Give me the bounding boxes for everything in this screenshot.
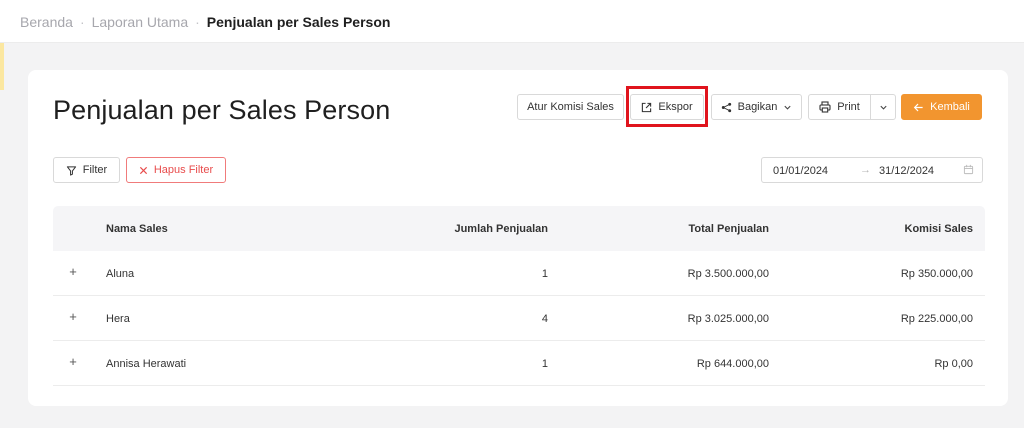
ekspor-label: Ekspor — [658, 101, 693, 113]
export-icon — [641, 102, 652, 113]
filter-label: Filter — [82, 164, 108, 176]
expand-row-icon[interactable]: + — [66, 265, 80, 279]
hapus-filter-button[interactable]: Hapus Filter — [126, 157, 226, 183]
bagikan-button[interactable]: Bagikan — [711, 94, 802, 120]
side-accent-strip — [0, 43, 4, 90]
report-card: Penjualan per Sales Person Atur Komisi S… — [28, 70, 1008, 406]
cell-jumlah-penjualan: 1 — [541, 358, 548, 370]
chevron-down-icon — [879, 103, 888, 112]
share-icon — [721, 102, 732, 113]
table-row: + Hera 4 Rp 3.025.000,00 Rp 225.000,00 — [53, 296, 985, 341]
column-header-jumlah-penjualan[interactable]: Jumlah Penjualan — [454, 223, 548, 235]
page-title: Penjualan per Sales Person — [53, 95, 391, 125]
column-header-total-penjualan[interactable]: Total Penjualan — [689, 223, 769, 235]
calendar-icon[interactable] — [963, 164, 974, 178]
table-row: + Aluna 1 Rp 3.500.000,00 Rp 350.000,00 — [53, 251, 985, 296]
cell-nama-sales: Aluna — [106, 268, 135, 280]
expand-row-icon[interactable]: + — [66, 310, 80, 324]
kembali-button[interactable]: Kembali — [901, 94, 982, 120]
date-range-picker[interactable]: 01/01/2024 → 31/12/2024 — [761, 157, 983, 183]
breadcrumb-current: Penjualan per Sales Person — [206, 14, 391, 30]
arrow-left-icon — [913, 102, 924, 113]
sales-table: Nama Sales Jumlah Penjualan Total Penjua… — [53, 206, 985, 386]
ekspor-button[interactable]: Ekspor — [630, 94, 704, 120]
cell-komisi-sales: Rp 350.000,00 — [900, 268, 973, 280]
bagikan-label: Bagikan — [737, 101, 778, 113]
filter-icon — [66, 165, 77, 176]
cell-komisi-sales: Rp 0,00 — [934, 358, 973, 370]
cell-total-penjualan: Rp 3.025.000,00 — [687, 313, 769, 325]
cell-jumlah-penjualan: 4 — [541, 313, 548, 325]
breadcrumb-separator: · — [79, 14, 85, 30]
table-row: + Annisa Herawati 1 Rp 644.000,00 Rp 0,0… — [53, 341, 985, 386]
column-header-komisi-sales[interactable]: Komisi Sales — [905, 223, 973, 235]
breadcrumb: Beranda · Laporan Utama · Penjualan per … — [20, 14, 390, 30]
date-end-input[interactable]: 31/12/2024 — [879, 165, 934, 177]
atur-komisi-sales-label: Atur Komisi Sales — [527, 101, 614, 113]
expand-row-icon[interactable]: + — [66, 355, 80, 369]
breadcrumb-home[interactable]: Beranda — [20, 14, 73, 30]
column-header-nama-sales[interactable]: Nama Sales — [106, 223, 168, 235]
date-start-input[interactable]: 01/01/2024 — [773, 165, 828, 177]
cell-komisi-sales: Rp 225.000,00 — [900, 313, 973, 325]
cell-jumlah-penjualan: 1 — [541, 268, 548, 280]
cell-total-penjualan: Rp 3.500.000,00 — [687, 268, 769, 280]
table-header: Nama Sales Jumlah Penjualan Total Penjua… — [53, 206, 985, 251]
cell-nama-sales: Hera — [106, 313, 130, 325]
print-label: Print — [837, 101, 860, 113]
breadcrumb-separator: · — [195, 14, 200, 30]
hapus-filter-label: Hapus Filter — [153, 164, 214, 176]
print-options-button[interactable] — [870, 94, 896, 120]
chevron-down-icon — [783, 103, 792, 112]
top-bar: Beranda · Laporan Utama · Penjualan per … — [0, 0, 1024, 43]
close-icon — [139, 166, 148, 175]
filter-button[interactable]: Filter — [53, 157, 120, 183]
cell-total-penjualan: Rp 644.000,00 — [696, 358, 769, 370]
kembali-label: Kembali — [930, 101, 970, 113]
date-range-arrow: → — [860, 164, 871, 176]
print-button[interactable]: Print — [808, 94, 871, 120]
printer-icon — [819, 101, 831, 113]
cell-nama-sales: Annisa Herawati — [106, 358, 187, 370]
breadcrumb-laporan-utama[interactable]: Laporan Utama — [92, 14, 189, 30]
atur-komisi-sales-button[interactable]: Atur Komisi Sales — [517, 94, 624, 120]
